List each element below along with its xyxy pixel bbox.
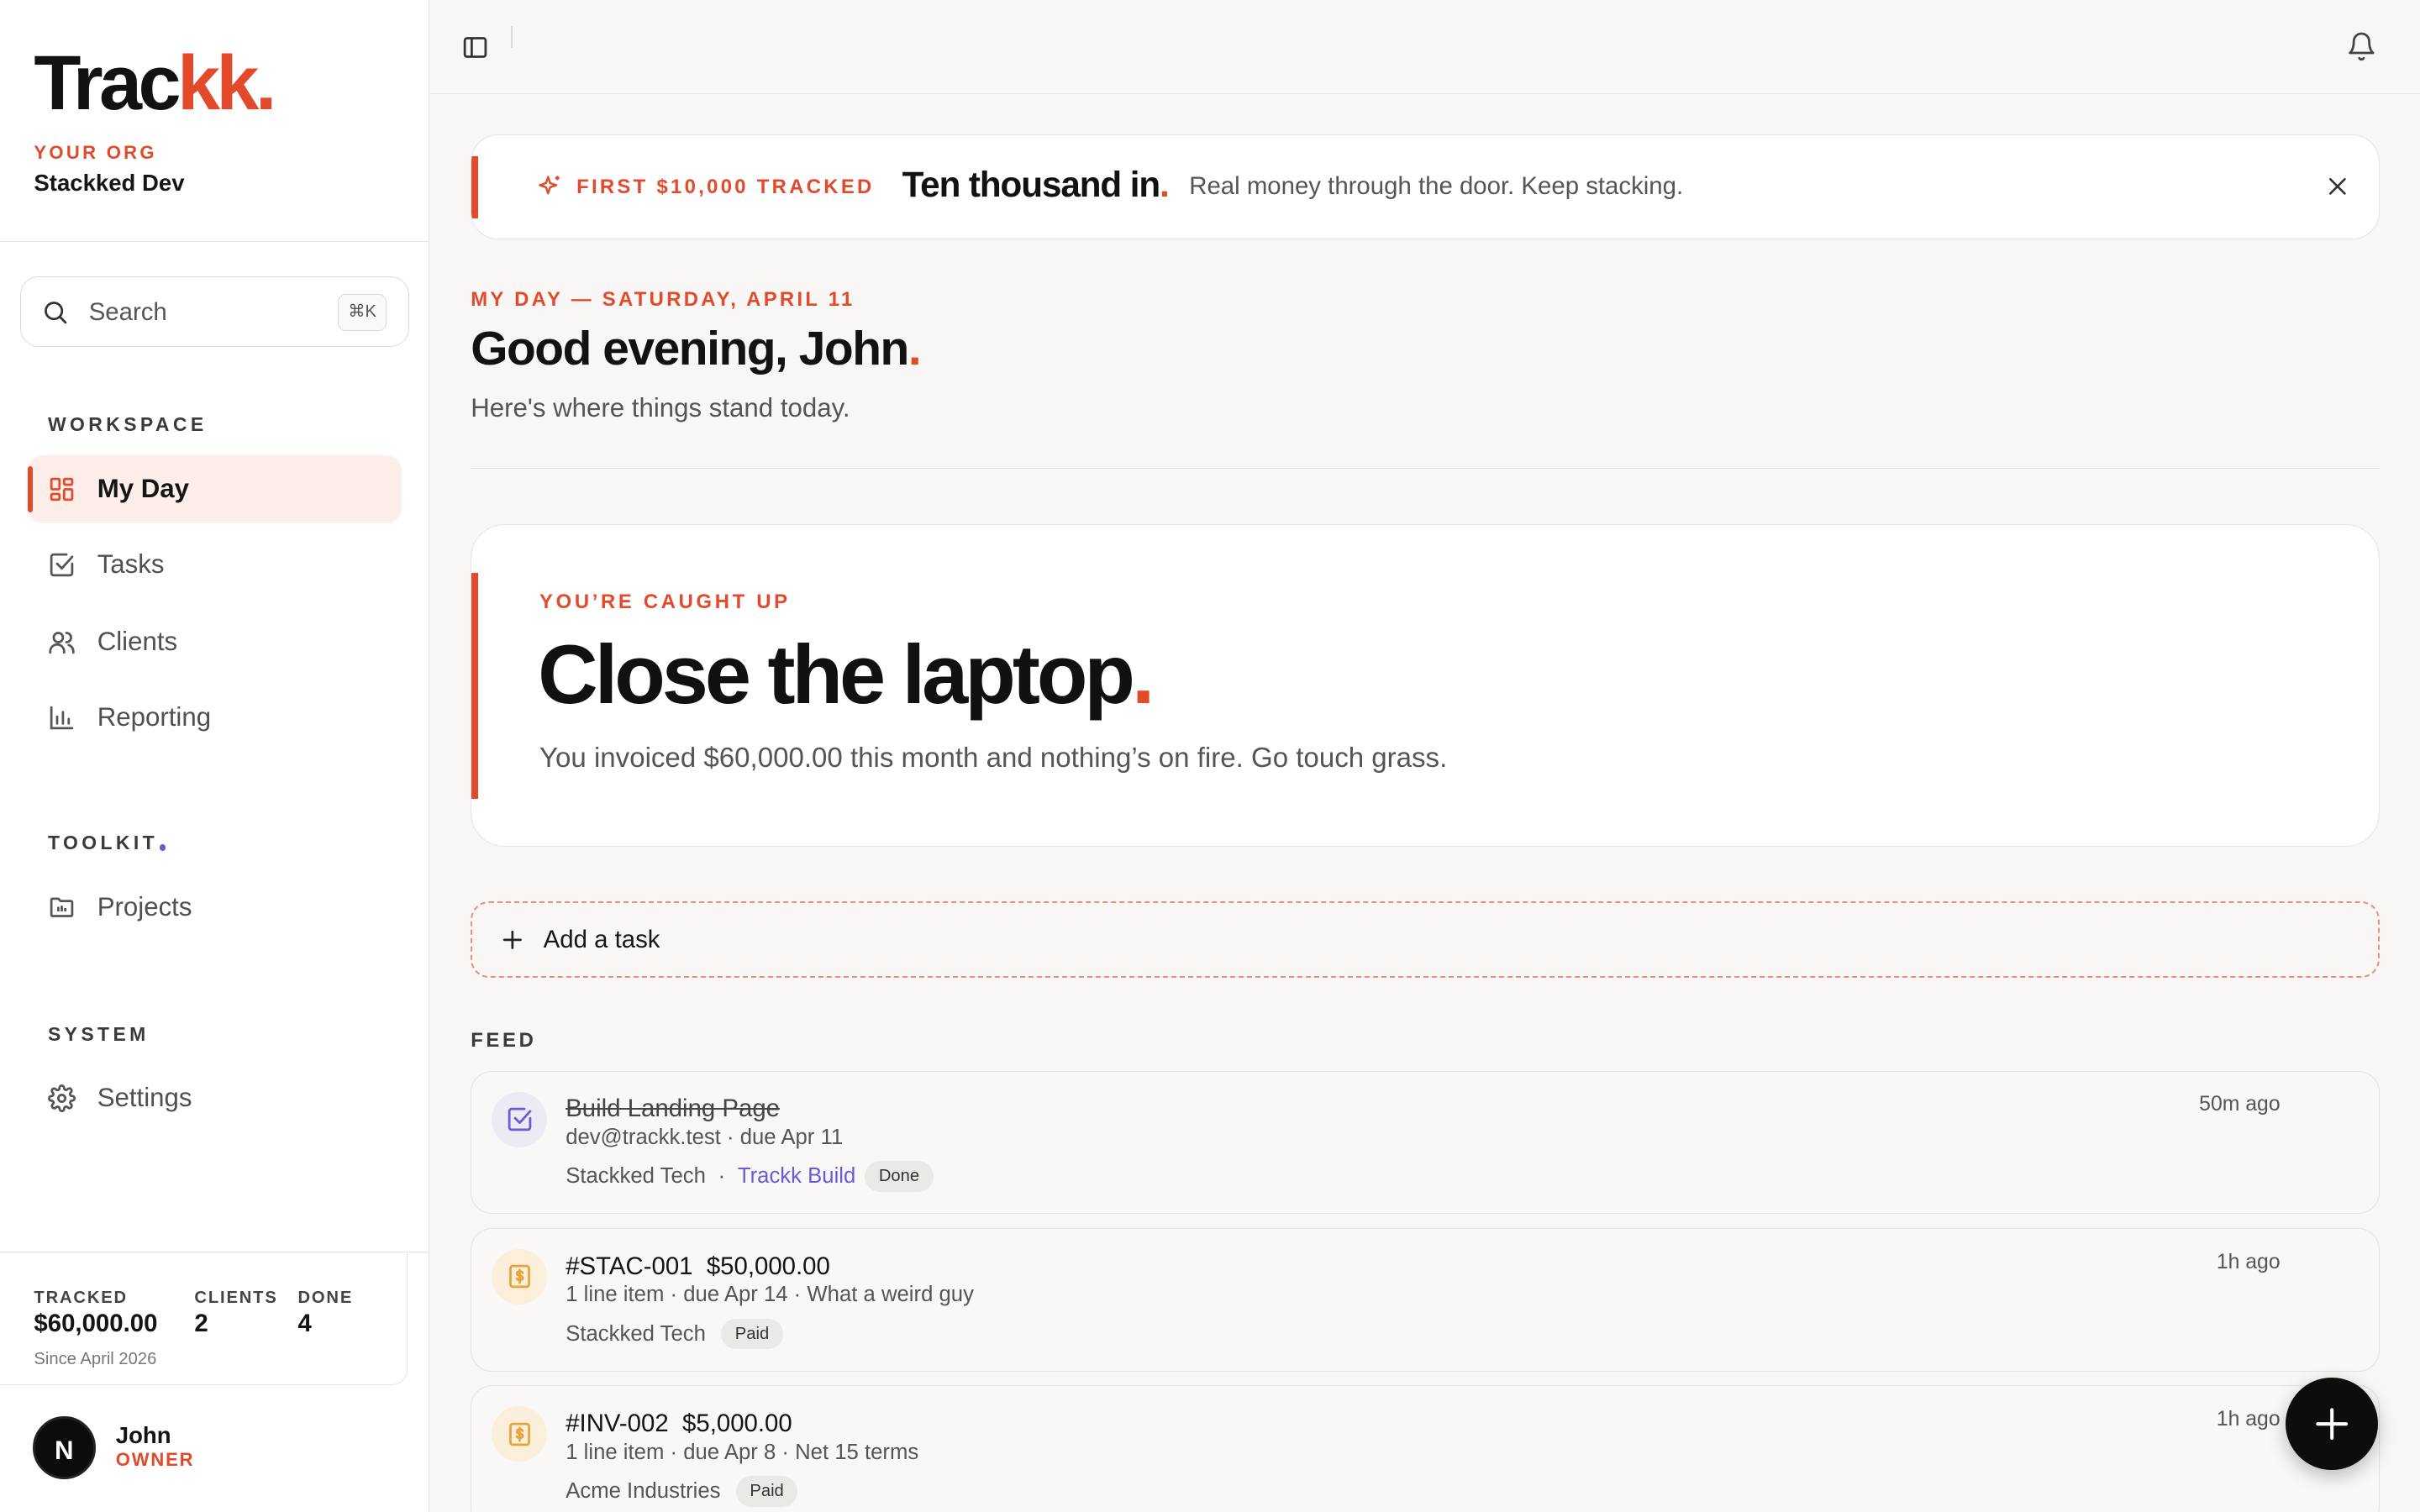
- sidebar-item-my-day[interactable]: My Day: [28, 454, 402, 523]
- user-role: OWNER: [115, 1448, 195, 1470]
- task-check-icon: [492, 1091, 548, 1147]
- feed-item-title[interactable]: #STAC-001 $50,000.00: [566, 1252, 830, 1281]
- grid-icon: [50, 477, 74, 501]
- hero-eyebrow: YOU’RE CAUGHT UP: [539, 590, 791, 613]
- divider: [510, 26, 513, 48]
- avatar[interactable]: N: [32, 1416, 100, 1480]
- feed-item-meta: Acme Industries Paid: [566, 1475, 798, 1507]
- sidebar-item-clients[interactable]: Clients: [28, 608, 401, 676]
- accent-bar: [471, 156, 478, 218]
- divider: [0, 240, 429, 243]
- feed-item-title[interactable]: Build Landing Page: [566, 1095, 780, 1123]
- banner-message: Real money through the door. Keep stacki…: [1189, 171, 1684, 200]
- invoice-icon: [492, 1406, 548, 1462]
- brand-logo[interactable]: Trackk.: [34, 40, 276, 127]
- banner-tag: FIRST $10,000 TRACKED: [576, 175, 875, 198]
- invoice-icon: [492, 1248, 548, 1305]
- stat-clients-label: CLIENTS: [194, 1288, 278, 1307]
- sidebar-item-label: Projects: [97, 891, 192, 921]
- stat-done-label: DONE: [297, 1288, 354, 1307]
- sidebar-item-label: Settings: [97, 1083, 192, 1113]
- milestone-banner: FIRST $10,000 TRACKED Ten thousand in. R…: [471, 134, 2381, 239]
- feed-item-subtitle: 1 line item · due Apr 14 · What a weird …: [566, 1283, 974, 1307]
- stat-clients-value: 2: [194, 1310, 208, 1338]
- hero-message: You invoiced $60,000.00 this month and n…: [539, 743, 1448, 774]
- sidebar: Trackk. YOUR ORG Stackked Dev Search ⌘K …: [0, 0, 429, 1512]
- project-link[interactable]: Trackk Build: [738, 1164, 855, 1188]
- toolkit-dot: [159, 844, 166, 851]
- search-input[interactable]: Search ⌘K: [19, 276, 409, 348]
- sidebar-item-label: Reporting: [97, 701, 212, 732]
- sidebar-item-reporting[interactable]: Reporting: [28, 684, 401, 752]
- feed-item-subtitle: 1 line item · due Apr 8 · Net 15 terms: [566, 1440, 919, 1464]
- divider: [471, 467, 2381, 470]
- add-task-label: Add a task: [543, 926, 660, 954]
- section-label-system: SYSTEM: [47, 1022, 150, 1045]
- users-icon: [49, 631, 75, 654]
- feed-item[interactable]: #INV-002 $5,000.00 1 line item · due Apr…: [471, 1385, 2381, 1512]
- search-icon: [44, 302, 67, 324]
- sidebar-item-tasks[interactable]: Tasks: [28, 531, 401, 599]
- feed-item-meta: Stackked Tech · Trackk Build Done: [566, 1161, 934, 1192]
- status-badge: Done: [865, 1161, 934, 1192]
- search-shortcut: ⌘K: [338, 293, 387, 332]
- search-placeholder: Search: [88, 298, 167, 327]
- feed-item[interactable]: Build Landing Page dev@trackk.test · due…: [471, 1070, 2381, 1215]
- bell-icon[interactable]: [2346, 31, 2377, 62]
- folder-icon: [50, 897, 74, 918]
- checkbox-icon: [50, 553, 74, 576]
- sidebar-item-projects[interactable]: Projects: [28, 874, 401, 942]
- org-name[interactable]: Stackked Dev: [34, 170, 184, 197]
- plus-icon: [2316, 1408, 2349, 1441]
- page-subtitle: Here's where things stand today.: [471, 393, 850, 423]
- feed-item-title[interactable]: #INV-002 $5,000.00: [566, 1410, 792, 1438]
- sidebar-item-settings[interactable]: Settings: [28, 1064, 401, 1132]
- sidebar-item-label: Clients: [97, 626, 178, 656]
- topbar: [430, 0, 2420, 95]
- section-label-toolkit: TOOLKIT: [48, 832, 166, 854]
- page-eyebrow: MY DAY — SATURDAY, APRIL 11: [471, 288, 855, 312]
- close-icon[interactable]: [2327, 176, 2349, 197]
- user-name[interactable]: John: [116, 1422, 171, 1449]
- feed-item-subtitle: dev@trackk.test · due Apr 11: [566, 1125, 844, 1149]
- gear-icon: [47, 1084, 76, 1113]
- feed-item-time: 1h ago: [2216, 1408, 2281, 1431]
- stats-since: Since April 2026: [34, 1350, 157, 1369]
- sidebar-item-label: My Day: [97, 473, 189, 503]
- section-label-workspace: WORKSPACE: [47, 413, 208, 436]
- stat-tracked-value: $60,000.00: [34, 1310, 158, 1338]
- sidebar-toggle-icon[interactable]: [461, 34, 489, 61]
- feed-item-time: 50m ago: [2199, 1093, 2281, 1116]
- status-badge: Paid: [735, 1475, 798, 1507]
- add-task-button[interactable]: Add a task: [471, 900, 2381, 979]
- stat-done-value: 4: [297, 1310, 312, 1338]
- banner-headline: Ten thousand in.: [902, 164, 1170, 204]
- feed-item-time: 1h ago: [2216, 1250, 2281, 1273]
- caught-up-card: YOU’RE CAUGHT UP Close the laptop. You i…: [471, 524, 2381, 848]
- plus-icon: [502, 930, 522, 949]
- sidebar-item-label: Tasks: [97, 549, 165, 579]
- org-label: YOUR ORG: [34, 141, 157, 163]
- feed-label: FEED: [471, 1029, 537, 1053]
- hero-title: Close the laptop.: [538, 627, 1155, 722]
- bar-chart-icon: [50, 706, 74, 729]
- new-item-fab-button[interactable]: [2286, 1378, 2379, 1471]
- feed-item-meta: Stackked Tech Paid: [566, 1318, 783, 1350]
- stat-tracked-label: TRACKED: [34, 1288, 128, 1307]
- status-badge: Paid: [721, 1318, 783, 1350]
- page-title: Good evening, John.: [471, 322, 921, 376]
- feed-item[interactable]: #STAC-001 $50,000.00 1 line item · due A…: [471, 1228, 2381, 1372]
- sparkle-icon: [539, 176, 560, 195]
- accent-bar: [471, 573, 478, 799]
